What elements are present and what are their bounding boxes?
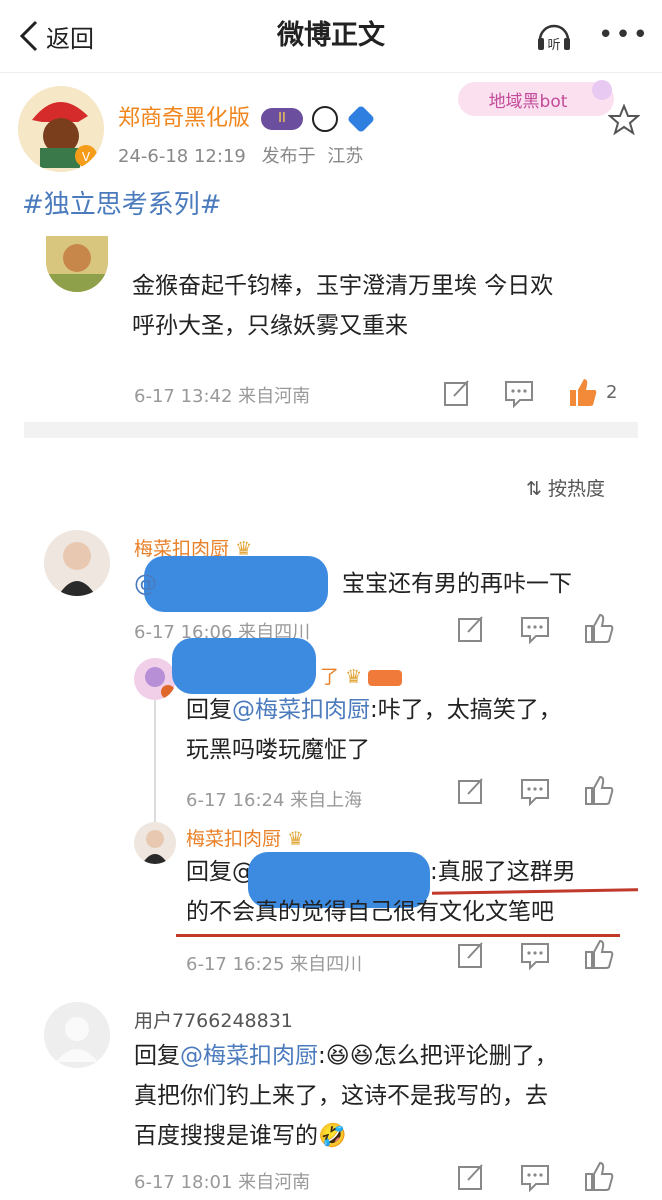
- more-icon[interactable]: •••: [598, 20, 648, 50]
- thread-line: [154, 700, 156, 830]
- share-icon[interactable]: [454, 612, 488, 646]
- comment-icon[interactable]: [502, 376, 536, 410]
- quoted-comment-text: 金猴奋起千钧棒，玉宇澄清万里埃 今日欢 呼孙大圣，只缘妖雾又重来: [132, 273, 554, 339]
- like-icon[interactable]: [582, 774, 616, 808]
- red-underline: [176, 934, 620, 937]
- svg-text:V: V: [82, 150, 91, 164]
- watermark: 地域黑bot: [456, 76, 616, 122]
- share-icon[interactable]: [454, 938, 488, 972]
- comment-text: 回复@: [186, 859, 255, 885]
- post-location: 江苏: [327, 146, 364, 167]
- published-prefix: 发布于: [261, 146, 316, 167]
- comment-text-tail: :真服了这群男: [430, 859, 576, 885]
- post-meta: 24-6-18 12:19 发布于 江苏: [118, 142, 363, 168]
- like-icon-active[interactable]: [566, 376, 600, 410]
- listen-label: 听: [547, 38, 560, 53]
- share-icon[interactable]: [454, 774, 488, 808]
- panda-icon: [312, 106, 339, 132]
- like-icon[interactable]: [582, 1160, 616, 1194]
- comment-icon[interactable]: [518, 612, 552, 646]
- comment-icon[interactable]: [518, 1160, 552, 1194]
- commenter-avatar[interactable]: [134, 822, 176, 864]
- sort-icon: ⇅: [526, 478, 542, 500]
- share-icon[interactable]: [454, 1160, 488, 1194]
- star-icon[interactable]: [608, 104, 640, 136]
- author-avatar[interactable]: V: [18, 86, 104, 172]
- commenter-avatar[interactable]: [44, 530, 110, 596]
- comment-icon[interactable]: [518, 938, 552, 972]
- commenter-name[interactable]: 梅菜扣肉厨 ♛: [186, 824, 304, 851]
- commenter-avatar[interactable]: [134, 658, 176, 700]
- commenter-name[interactable]: 用户7766248831: [134, 1006, 293, 1033]
- redacted-block: [144, 556, 328, 612]
- comment-text-line2: 的不会真的觉得自己很有文化文笔吧: [186, 899, 554, 925]
- like-count: 2: [606, 382, 618, 403]
- quoted-comment-meta: 6-17 13:42 来自河南: [134, 386, 311, 407]
- comment-icon[interactable]: [518, 774, 552, 808]
- default-avatar[interactable]: [44, 1002, 110, 1068]
- comment-text: 回复@梅菜扣肉厨:😆😆怎么把评论删了， 真把你们钓上来了，这诗不是我写的，去 百…: [134, 1043, 558, 1149]
- crown-badge-icon: II: [261, 108, 304, 130]
- like-icon[interactable]: [582, 612, 616, 646]
- comment-meta: 6-17 16:24 来自上海: [186, 790, 363, 811]
- commenter-name[interactable]: 了 ♛: [320, 662, 403, 689]
- comment-meta: 6-17 16:25 来自四川: [186, 954, 363, 975]
- comment-text: @: [134, 571, 157, 597]
- quoted-avatar: [46, 236, 108, 292]
- crown-icon: ♛: [287, 828, 305, 850]
- crown-icon: ♛: [345, 666, 363, 688]
- mention-link[interactable]: @梅菜扣肉厨: [232, 697, 370, 723]
- section-divider: [24, 422, 638, 438]
- mention-link[interactable]: @梅菜扣肉厨: [180, 1043, 318, 1069]
- author-name[interactable]: 郑商奇黑化版 II: [118, 100, 376, 134]
- sort-button[interactable]: ⇅ 按热度: [526, 474, 605, 501]
- post-time: 24-6-18 12:19: [118, 146, 246, 167]
- verified-diamond-icon: [346, 104, 376, 134]
- comment-text-tail: 宝宝还有男的再咔一下: [342, 571, 572, 597]
- fan-badge: [368, 669, 403, 686]
- listen-button[interactable]: 听: [534, 16, 574, 56]
- headphones-icon: 听: [538, 24, 570, 53]
- share-icon[interactable]: [440, 376, 474, 410]
- comment-text: 回复@梅菜扣肉厨:咔了，太搞笑了， 玩黑吗喽玩魔怔了: [186, 697, 562, 763]
- comment-meta: 6-17 18:01 来自河南: [134, 1172, 311, 1193]
- hashtag-link[interactable]: #独立思考系列#: [22, 184, 222, 221]
- watermark-text: 地域黑bot: [489, 92, 568, 112]
- redacted-block: [172, 638, 316, 694]
- like-icon[interactable]: [582, 938, 616, 972]
